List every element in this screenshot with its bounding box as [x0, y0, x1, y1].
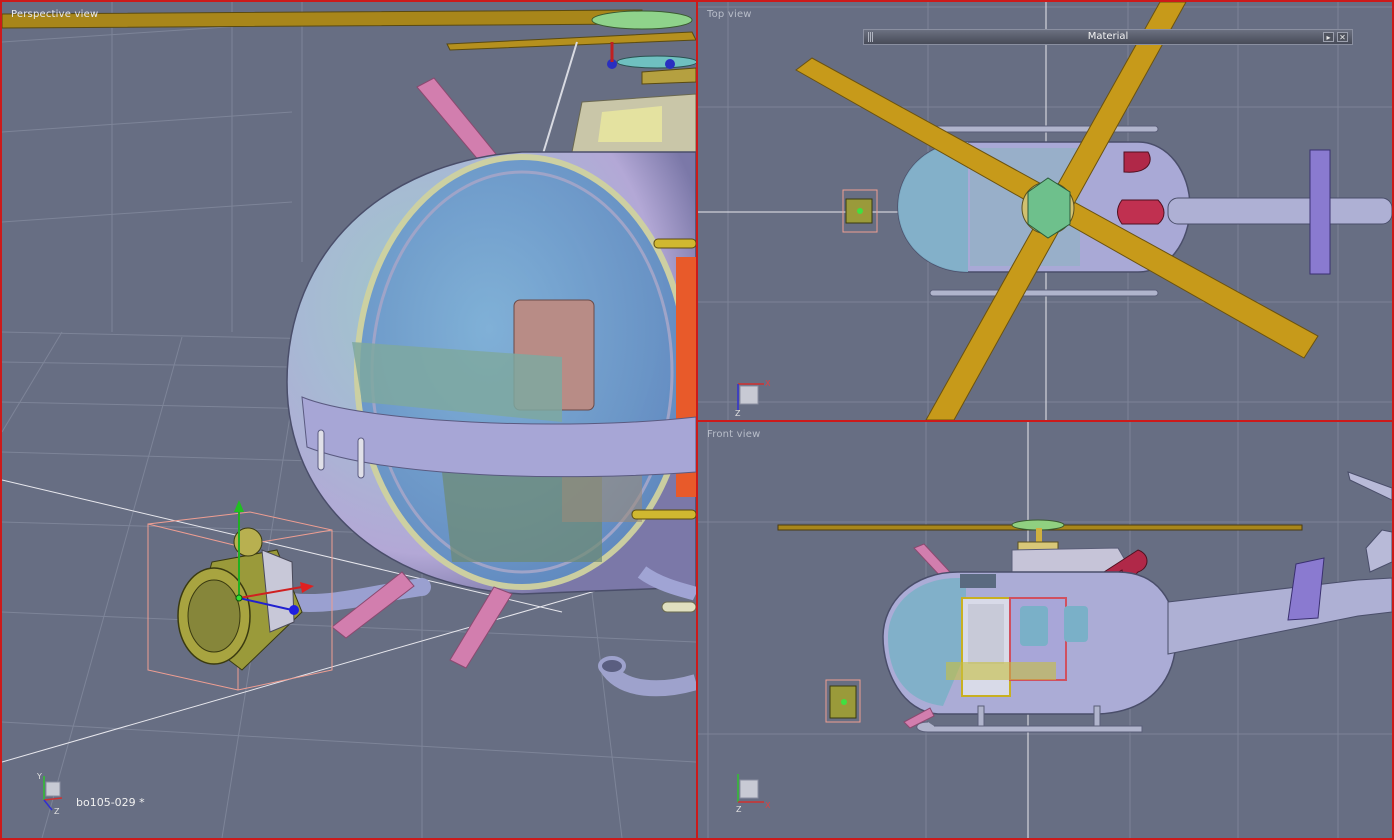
axis-label-x: X — [765, 801, 771, 810]
axis-orientation-icon: Y Z — [36, 772, 63, 816]
material-panel[interactable]: Material ▸ ✕ — [863, 29, 1353, 45]
perspective-viewport[interactable]: Perspective view Y Z bo105-029 * — [2, 2, 696, 838]
axis-label-z: Z — [736, 805, 742, 814]
axis-label-x: X — [765, 379, 771, 388]
viewport-title: Perspective view — [11, 9, 99, 20]
front-viewport[interactable]: Front view X Z — [698, 422, 1392, 838]
play-icon[interactable]: ▸ — [1323, 32, 1334, 42]
axis-label-z: Z — [54, 807, 60, 816]
axis-orientation-icon: X Z — [735, 379, 771, 418]
top-scene[interactable] — [698, 2, 1392, 420]
axis-orientation-icon: X Z — [736, 774, 771, 814]
front-scene[interactable] — [698, 422, 1392, 838]
viewport-title: Front view — [707, 429, 761, 440]
skid-blade — [416, 77, 497, 163]
axis-label-z: Z — [735, 409, 741, 418]
material-panel-title: Material — [1087, 31, 1129, 42]
viewport-title: Top view — [707, 9, 752, 20]
perspective-scene[interactable] — [2, 2, 696, 838]
close-icon[interactable]: ✕ — [1337, 32, 1348, 42]
axis-label-y: Y — [36, 772, 42, 781]
object-name-label: bo105-029 * — [76, 796, 145, 809]
top-viewport[interactable]: Top view Material ▸ ✕ X Z — [698, 2, 1392, 420]
